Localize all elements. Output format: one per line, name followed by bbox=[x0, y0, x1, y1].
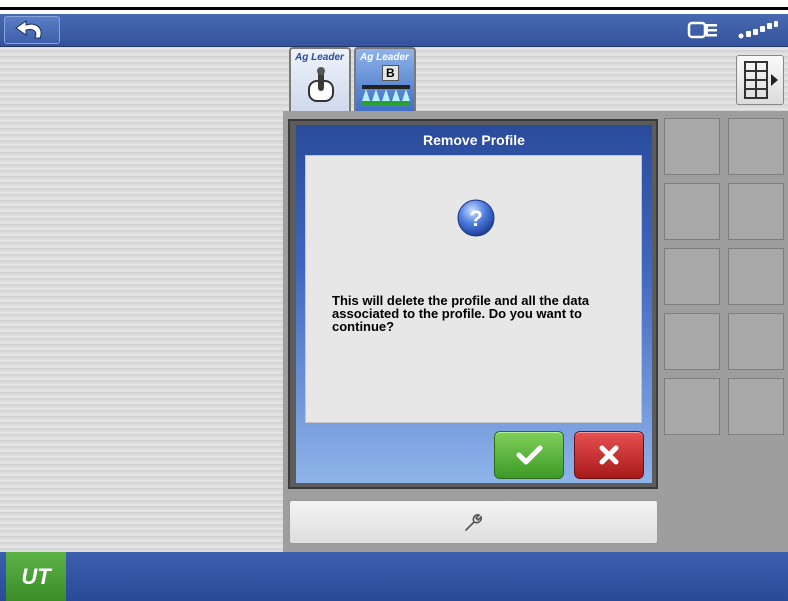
sprayer-boom-icon bbox=[362, 85, 410, 105]
grid-button[interactable] bbox=[728, 313, 784, 370]
tab-ag-leader-tractor[interactable]: Ag Leader bbox=[289, 47, 351, 111]
dialog-message: This will delete the profile and all the… bbox=[332, 293, 590, 334]
grid-button[interactable] bbox=[664, 183, 720, 240]
tab-bar: Ag Leader Ag Leader B bbox=[283, 47, 788, 111]
x-icon bbox=[599, 445, 619, 465]
svg-text:?: ? bbox=[469, 206, 482, 231]
universal-terminal-button[interactable]: UT bbox=[6, 552, 66, 601]
tab-badge: B bbox=[382, 65, 399, 81]
implement-connection-icon bbox=[687, 21, 717, 39]
tab-label: Ag Leader bbox=[295, 52, 344, 63]
left-panel-background bbox=[0, 47, 283, 552]
tab-label: Ag Leader bbox=[360, 52, 409, 63]
wrench-icon bbox=[465, 514, 482, 531]
cancel-button[interactable] bbox=[574, 431, 644, 479]
grid-button[interactable] bbox=[664, 313, 720, 370]
grid-layout-icon bbox=[744, 61, 778, 99]
grid-button[interactable] bbox=[728, 183, 784, 240]
grid-button[interactable] bbox=[664, 248, 720, 305]
tab-ag-leader-boom[interactable]: Ag Leader B bbox=[354, 47, 416, 111]
grid-button[interactable] bbox=[664, 118, 720, 175]
confirm-button[interactable] bbox=[494, 431, 564, 479]
lever-icon bbox=[308, 67, 334, 102]
back-button[interactable] bbox=[4, 16, 60, 44]
question-icon: ? bbox=[457, 199, 495, 237]
dialog-body: ? This will delete the profile and all t… bbox=[305, 155, 642, 423]
back-arrow-icon bbox=[15, 20, 42, 39]
dialog-title: Remove Profile bbox=[423, 132, 525, 148]
check-icon bbox=[516, 445, 543, 465]
top-border bbox=[0, 0, 788, 10]
gps-satellite-icon bbox=[738, 21, 778, 39]
bottom-bar: UT bbox=[0, 552, 788, 601]
ut-label: UT bbox=[21, 563, 51, 589]
layout-selector-button[interactable] bbox=[736, 55, 784, 105]
status-icons bbox=[686, 18, 780, 42]
grid-button[interactable] bbox=[728, 248, 784, 305]
grid-button[interactable] bbox=[664, 378, 720, 435]
settings-button[interactable] bbox=[289, 500, 658, 544]
grid-button[interactable] bbox=[728, 378, 784, 435]
top-bar bbox=[0, 14, 788, 47]
grid-button[interactable] bbox=[728, 118, 784, 175]
